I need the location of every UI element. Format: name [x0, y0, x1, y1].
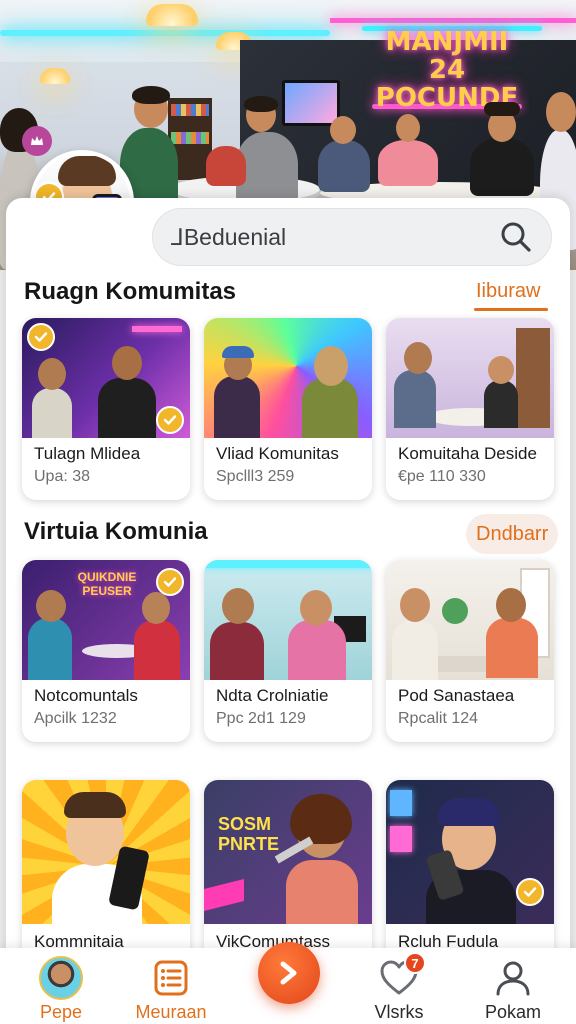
community-card[interactable]: Kommnitaia	[22, 780, 190, 962]
neon-sign: QUIKDNIE PEUSER	[77, 570, 137, 598]
community-card[interactable]: Tulagn Mlidea Upa: 38	[22, 318, 190, 500]
section-title: Virtuia Komunia	[24, 518, 208, 545]
community-card[interactable]: SOSM PNRTE VikComumtass	[204, 780, 372, 962]
card-thumbnail	[22, 780, 190, 924]
verified-check-icon	[516, 878, 544, 906]
card-title: Notcomuntals	[34, 686, 138, 705]
neon-light-strip	[330, 18, 576, 23]
person-head	[396, 114, 420, 142]
verified-check-icon	[156, 568, 184, 596]
bottom-navigation: Pepe Meuraan 7 Vlsrks Pokam	[0, 942, 576, 1024]
community-card[interactable]: Rcluh Fudula	[386, 780, 554, 962]
search-icon[interactable]	[499, 220, 533, 254]
nav-item-account[interactable]: Pokam	[458, 948, 568, 1024]
wall-tv	[282, 80, 340, 126]
nav-label: Pokam	[484, 1002, 542, 1022]
person	[206, 146, 246, 186]
profile-avatar-icon	[39, 956, 83, 1000]
link-underline	[474, 308, 548, 311]
card-title: Tulagn Mlidea	[34, 444, 141, 463]
neon-light-strip	[0, 30, 330, 36]
search-input[interactable]: ⅃Beduenial	[171, 224, 499, 251]
card-meta: Spclll3 259	[216, 468, 295, 485]
card-meta: €pe 110 330	[398, 468, 486, 485]
ceiling-lamp	[40, 68, 70, 84]
nav-item-list[interactable]: Meuraan	[116, 948, 226, 1024]
user-icon	[496, 961, 530, 996]
notification-badge: 7	[404, 952, 426, 974]
search-bar[interactable]: ⅃Beduenial	[152, 208, 552, 266]
content-sheet: ⅃Beduenial Ruagn Komumitas Iiburaw Tulag…	[6, 198, 570, 962]
verified-check-icon	[156, 406, 184, 434]
person-head	[546, 92, 576, 132]
nav-label: Meuraan	[135, 1002, 207, 1022]
person-cap	[484, 102, 520, 116]
card-title: Vliad Komunitas	[216, 444, 339, 463]
person	[378, 140, 438, 186]
card-title: Komuitaha Deside	[398, 444, 537, 463]
card-thumbnail	[386, 318, 554, 438]
section-title: Ruagn Komumitas	[24, 278, 237, 305]
card-meta: Ppc 2d1 129	[216, 710, 306, 727]
card-thumbnail	[204, 318, 372, 438]
nav-item-profile[interactable]: Pepe	[6, 948, 116, 1024]
community-card[interactable]: Komuitaha Deside €pe 110 330	[386, 318, 554, 500]
verified-check-icon	[27, 323, 55, 351]
section-see-all-link[interactable]: Iiburaw	[476, 280, 540, 303]
person	[318, 140, 370, 192]
community-card[interactable]: Vliad Komunitas Spclll3 259	[204, 318, 372, 500]
section-see-all-link[interactable]: Dndbarr	[466, 514, 559, 554]
event-poster: SOSM PNRTE	[218, 814, 280, 854]
card-title: Pod Sanastaea	[398, 686, 515, 705]
forward-arrow-icon	[280, 961, 297, 985]
nav-label: Vlsrks	[374, 1002, 424, 1022]
nav-item-favorites[interactable]: 7 Vlsrks	[344, 948, 454, 1024]
card-meta: Apcilk 1232	[34, 710, 117, 727]
card-thumbnail	[204, 560, 372, 680]
community-card[interactable]: Pod Sanastaea Rpcalit 124	[386, 560, 554, 742]
list-icon	[154, 960, 188, 996]
person-hair	[244, 96, 278, 112]
card-thumbnail: SOSM PNRTE	[204, 780, 372, 924]
card-meta: Upa: 38	[34, 468, 91, 485]
crown-badge-icon	[22, 126, 52, 156]
community-card[interactable]: QUIKDNIE PEUSER Notcomuntals Apcilk 1232	[22, 560, 190, 742]
kid-hair	[58, 156, 116, 186]
person	[470, 138, 534, 196]
neon-sign: MANJMII 24 POCUNDE	[375, 27, 519, 113]
ceiling-lamp	[146, 4, 198, 26]
person-hair	[132, 86, 170, 104]
card-title: Ndta Crolniatie	[216, 686, 329, 705]
forward-action-button[interactable]	[258, 942, 320, 1004]
person-head	[330, 116, 356, 144]
card-meta: Rpcalit 124	[398, 710, 479, 727]
card-thumbnail	[386, 560, 554, 680]
community-card[interactable]: Ndta Crolniatie Ppc 2d1 129	[204, 560, 372, 742]
nav-label: Pepe	[39, 1002, 83, 1022]
